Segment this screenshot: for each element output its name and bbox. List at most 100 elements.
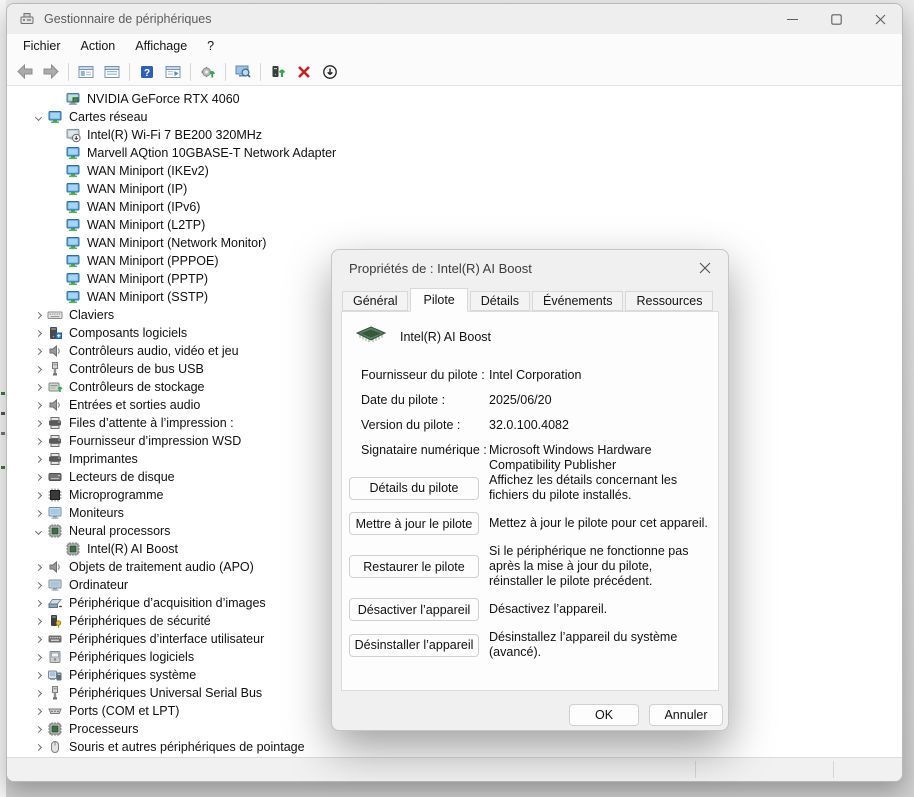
- chevron-right-icon[interactable]: [29, 558, 47, 576]
- menu-?[interactable]: ?: [197, 36, 224, 56]
- tree-item-label: Fournisseur d’impression WSD: [69, 434, 241, 448]
- tree-item[interactable]: Intel(R) Wi-Fi 7 BE200 320MHz: [7, 126, 902, 144]
- tree-item-label: Périphériques Universal Serial Bus: [69, 686, 262, 700]
- chevron-right-icon[interactable]: [29, 702, 47, 720]
- tab-evenements[interactable]: Événements: [532, 291, 623, 311]
- printer-icon: [47, 451, 63, 467]
- action-description: Désinstallez l’appareil du système (avan…: [489, 630, 709, 660]
- audio-icon: [47, 397, 63, 413]
- tree-item-label: Lecteurs de disque: [69, 470, 175, 484]
- tree-item-label: Neural processors: [69, 524, 170, 538]
- tree-item[interactable]: Cartes réseau: [7, 108, 902, 126]
- chip-icon: [47, 523, 63, 539]
- driver-tab-page: Intel(R) AI Boost Fournisseur du pilote …: [341, 311, 719, 691]
- chevron-right-icon[interactable]: [29, 468, 47, 486]
- tree-item-label: Claviers: [69, 308, 114, 322]
- menu-affichage[interactable]: Affichage: [125, 36, 197, 56]
- action-description: Désactivez l’appareil.: [489, 602, 607, 617]
- tree-item[interactable]: WAN Miniport (L2TP): [7, 216, 902, 234]
- chevron-right-icon[interactable]: [29, 666, 47, 684]
- tree-item-label: Imprimantes: [69, 452, 138, 466]
- tree-item[interactable]: WAN Miniport (IKEv2): [7, 162, 902, 180]
- tab-general[interactable]: Général: [342, 291, 408, 311]
- toolbar-separator: [260, 63, 261, 81]
- tree-item-label: Contrôleurs de bus USB: [69, 362, 204, 376]
- chevron-right-icon[interactable]: [29, 342, 47, 360]
- security-icon: [47, 613, 63, 629]
- help-icon[interactable]: ?: [134, 60, 160, 83]
- tree-item[interactable]: NVIDIA GeForce RTX 4060: [7, 90, 902, 108]
- tree-item[interactable]: Marvell AQtion 10GBASE-T Network Adapter: [7, 144, 902, 162]
- update-driver-device-icon[interactable]: [265, 60, 291, 83]
- tree-item-label: NVIDIA GeForce RTX 4060: [87, 92, 240, 106]
- uninstall-device-icon[interactable]: [291, 60, 317, 83]
- network-icon: [65, 271, 81, 287]
- scan-hardware-icon[interactable]: [230, 60, 256, 83]
- chevron-right-icon[interactable]: [29, 612, 47, 630]
- chevron-right-icon[interactable]: [29, 378, 47, 396]
- tree-item-label: Périphériques d’interface utilisateur: [69, 632, 264, 646]
- action-description: Affichez les détails concernant les fich…: [489, 473, 709, 503]
- tab-pilote[interactable]: Pilote: [410, 288, 467, 312]
- chevron-right-icon[interactable]: [29, 432, 47, 450]
- dialog-close-icon[interactable]: [694, 257, 716, 279]
- disable-device-icon[interactable]: [317, 60, 343, 83]
- ports-icon: [47, 703, 63, 719]
- menu-fichier[interactable]: Fichier: [13, 36, 71, 56]
- chevron-right-icon[interactable]: [29, 738, 47, 756]
- chevron-down-icon[interactable]: [29, 108, 47, 126]
- network-icon: [65, 199, 81, 215]
- device-name: Intel(R) AI Boost: [400, 330, 491, 344]
- tree-item[interactable]: Souris et autres périphériques de pointa…: [7, 738, 902, 756]
- tree-item-label: Périphériques système: [69, 668, 196, 682]
- chevron-right-icon[interactable]: [29, 324, 47, 342]
- restaurer-le-pilote-button[interactable]: Restaurer le pilote: [349, 555, 479, 578]
- action-pane-icon[interactable]: [160, 60, 186, 83]
- chevron-right-icon[interactable]: [29, 630, 47, 648]
- tree-item-label: Périphériques de sécurité: [69, 614, 211, 628]
- driver-action-row: Détails du pilote Affichez les détails co…: [349, 473, 709, 503]
- close-button[interactable]: [858, 4, 902, 34]
- chevron-down-icon[interactable]: [29, 522, 47, 540]
- chevron-right-icon[interactable]: [29, 720, 47, 738]
- chevron-right-icon[interactable]: [29, 414, 47, 432]
- chevron-right-icon[interactable]: [29, 504, 47, 522]
- chevron-right-icon[interactable]: [29, 594, 47, 612]
- back-icon[interactable]: [12, 60, 38, 83]
- chevron-right-icon[interactable]: [29, 648, 47, 666]
- chevron-right-icon[interactable]: [29, 450, 47, 468]
- chevron-right-icon[interactable]: [29, 486, 47, 504]
- menu-action[interactable]: Action: [71, 36, 126, 56]
- tab-ressources[interactable]: Ressources: [625, 291, 713, 311]
- hid-icon: [47, 631, 63, 647]
- maximize-button[interactable]: [814, 4, 858, 34]
- tree-item[interactable]: WAN Miniport (IP): [7, 180, 902, 198]
- properties-icon[interactable]: [99, 60, 125, 83]
- dialog-title-bar[interactable]: Propriétés de : Intel(R) AI Boost: [332, 250, 728, 286]
- field-label: Version du pilote :: [361, 418, 489, 433]
- chevron-right-icon[interactable]: [29, 306, 47, 324]
- update-driver-gear-icon[interactable]: [195, 60, 221, 83]
- network-icon: [65, 163, 81, 179]
- minimize-button[interactable]: [770, 4, 814, 34]
- tab-details[interactable]: Détails: [470, 291, 530, 311]
- printer-icon: [47, 433, 63, 449]
- forward-icon[interactable]: [38, 60, 64, 83]
- tree-item[interactable]: WAN Miniport (IPv6): [7, 198, 902, 216]
- cancel-button[interactable]: Annuler: [649, 704, 723, 726]
- details-du-pilote-button[interactable]: Détails du pilote: [349, 477, 479, 500]
- ok-button[interactable]: OK: [569, 704, 639, 726]
- chevron-right-icon[interactable]: [29, 396, 47, 414]
- toolbar-separator: [190, 63, 191, 81]
- field-value: Intel Corporation: [489, 368, 705, 383]
- chevron-right-icon[interactable]: [29, 684, 47, 702]
- tree-item-label: WAN Miniport (IKEv2): [87, 164, 209, 178]
- mettre-a-jour-le-pilote-button[interactable]: Mettre à jour le pilote: [349, 512, 479, 535]
- desactiver-l-appareil-button[interactable]: Désactiver l’appareil: [349, 598, 479, 621]
- title-bar[interactable]: Gestionnaire de périphériques: [7, 4, 902, 34]
- chevron-right-icon[interactable]: [29, 576, 47, 594]
- desinstaller-l-appareil-button[interactable]: Désinstaller l’appareil: [349, 634, 479, 657]
- console-tree-icon[interactable]: [73, 60, 99, 83]
- chevron-right-icon[interactable]: [29, 360, 47, 378]
- driver-action-row: Désinstaller l’appareil Désinstallez l’ap…: [349, 630, 709, 660]
